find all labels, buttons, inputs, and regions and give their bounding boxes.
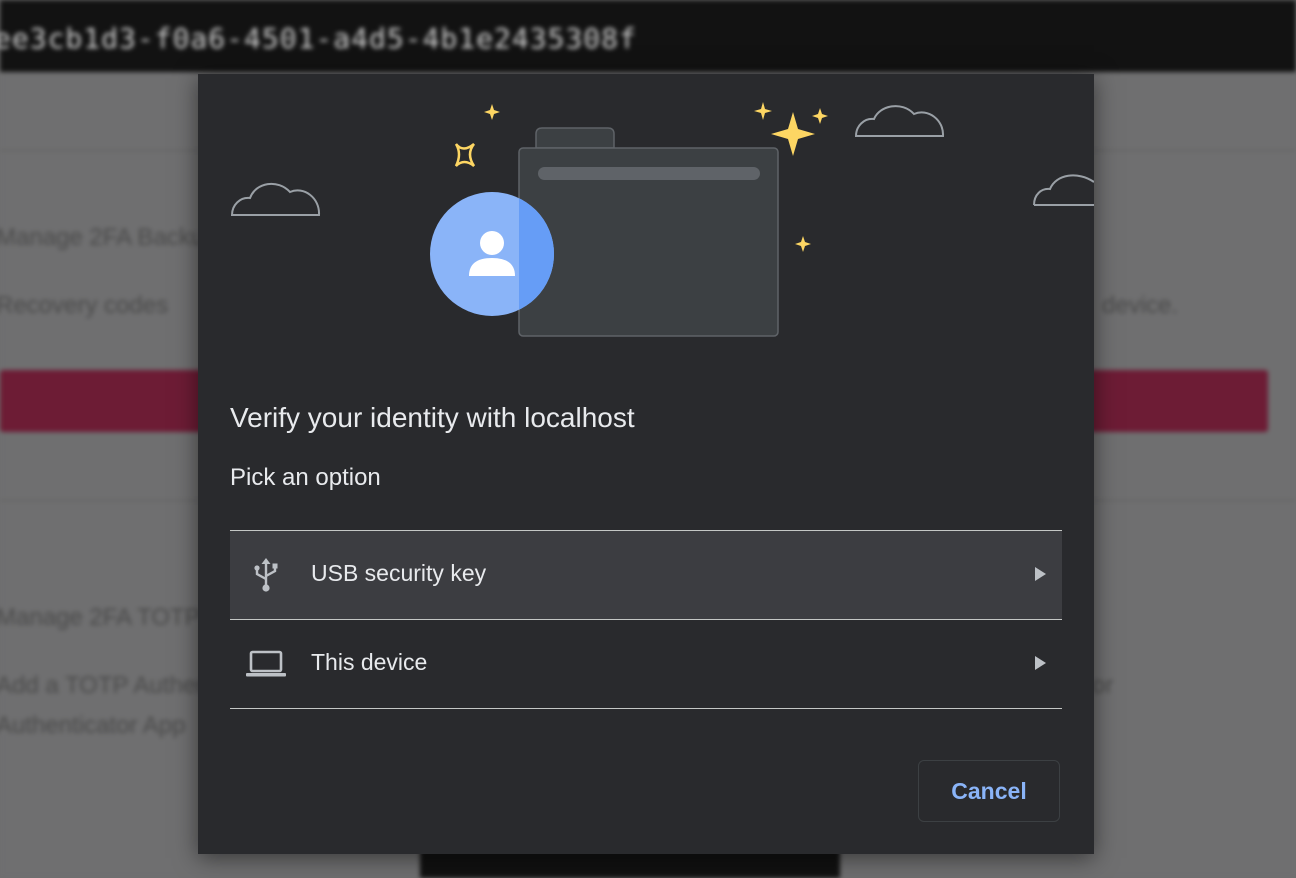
sparkle-icon	[812, 108, 828, 124]
option-label: USB security key	[311, 560, 487, 586]
laptop-icon	[244, 644, 288, 684]
dialog-illustration	[230, 102, 1094, 337]
background-qr-code	[420, 850, 840, 878]
option-this-device[interactable]: This device	[230, 620, 1062, 709]
sparkle-icon	[795, 236, 811, 252]
usb-icon	[244, 555, 288, 595]
dialog-title: Verify your identity with localhost	[230, 402, 635, 433]
background-top-bar: ee3cb1d3-f0a6-4501-a4d5-4b1e2435308f	[0, 0, 1296, 72]
sparkle-icon	[754, 102, 772, 120]
cloud-icon	[1033, 174, 1094, 206]
background-text-or: or	[1092, 672, 1114, 699]
background-url-text: ee3cb1d3-f0a6-4501-a4d5-4b1e2435308f	[0, 22, 637, 55]
sparkle-icon	[484, 104, 500, 120]
cloud-icon	[854, 105, 945, 137]
background-text-recovery: Recovery codes	[0, 292, 169, 319]
sparkle-outline-icon	[454, 143, 476, 168]
option-list: USB security key This device	[230, 530, 1062, 709]
background-heading-backup: Manage 2FA Backup	[0, 224, 218, 251]
background-text-device: device.	[1102, 292, 1179, 319]
cancel-button[interactable]: Cancel	[918, 760, 1060, 822]
chevron-right-icon	[1035, 567, 1046, 581]
dialog-subtitle: Pick an option	[230, 464, 381, 491]
cloud-icon	[230, 182, 321, 216]
chevron-right-icon	[1035, 656, 1046, 670]
background-heading-totp: Manage 2FA TOTP	[0, 604, 201, 631]
folder-icon	[518, 127, 779, 337]
option-usb-security-key[interactable]: USB security key	[230, 531, 1062, 620]
background-text-authenticator: Authenticator App	[0, 712, 186, 739]
option-label: This device	[311, 649, 428, 675]
verify-identity-dialog: Verify your identity with localhost Pick…	[198, 74, 1094, 854]
